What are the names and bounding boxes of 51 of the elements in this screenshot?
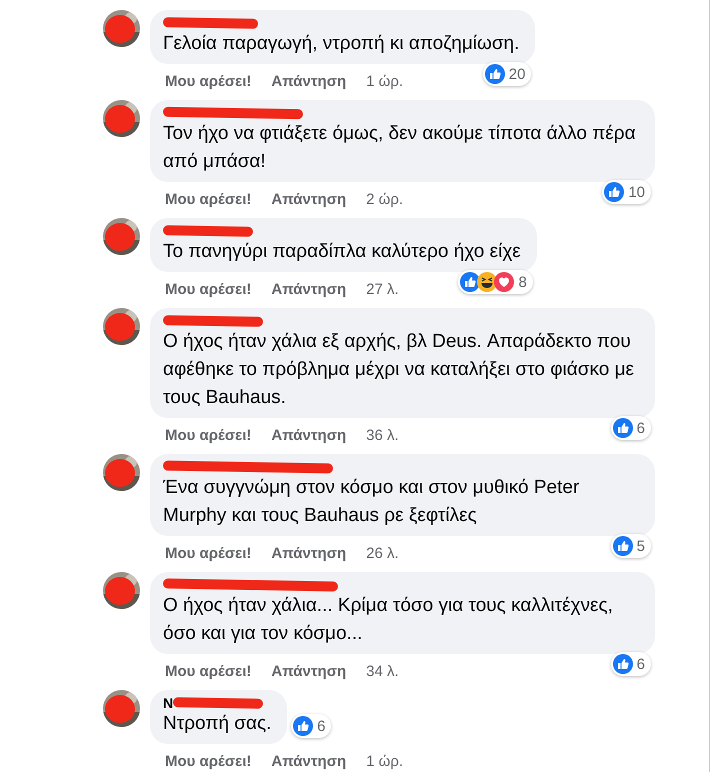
like-link[interactable]: Μου αρέσει!: [165, 72, 252, 90]
reaction-count: 6: [636, 656, 645, 672]
like-link[interactable]: Μου αρέσει!: [165, 190, 252, 208]
like-icon: [612, 536, 633, 556]
reaction-count: 5: [636, 538, 645, 554]
reaction-count: 6: [636, 420, 645, 436]
comment-text: Ο ήχος ήταν χάλια... Κρίμα τόσο για τους καλλιτέχνες, όσο και για τον κόσμο...: [163, 594, 614, 646]
reaction-count: 20: [508, 66, 526, 82]
comment-time[interactable]: 2 ώρ.: [366, 190, 404, 208]
reaction-badge[interactable]: 6: [291, 714, 332, 738]
reply-link[interactable]: Απάντηση: [271, 280, 346, 298]
reply-link[interactable]: Απάντηση: [271, 752, 346, 770]
reaction-badge[interactable]: 20: [482, 62, 532, 86]
reaction-badge[interactable]: 10: [602, 180, 651, 204]
reaction-badge[interactable]: 6: [610, 416, 651, 440]
reply-link[interactable]: Απάντηση: [271, 426, 346, 444]
comment-text: Ένα συγγνώμη στον κόσμο και στον μυθικό Peter Murphy και τους Bauhaus ρε ξεφτίλες: [163, 476, 580, 528]
reaction-count: 8: [518, 274, 527, 290]
like-icon: [484, 64, 505, 84]
comment-text: Ντροπή σας.: [163, 712, 272, 736]
like-link[interactable]: Μου αρέσει!: [165, 280, 252, 298]
comment-text: Τον ήχο να φτιάξετε όμως, δεν ακούμε τίποτα άλλο πέρα από μπάσα!: [163, 122, 637, 174]
commenter-name[interactable]: N: [163, 695, 174, 711]
like-link[interactable]: Μου αρέσει!: [165, 752, 252, 770]
comment-time[interactable]: 34 λ.: [366, 662, 399, 680]
reply-link[interactable]: Απάντηση: [271, 72, 346, 90]
comment-text: Το πανηγύρι παραδίπλα καλύτερο ήχο είχε: [163, 240, 521, 264]
reply-link[interactable]: Απάντηση: [271, 662, 346, 680]
like-icon: [460, 272, 480, 292]
like-icon: [612, 418, 633, 438]
comment-text: Ο ήχος ήταν χάλια εξ αρχής, βλ Deus. Απαράδεκτο που αφέθηκε το πρόβλημα μέχρι να καταλήξει στο φιάσκο με τους Bauhaus.: [163, 330, 636, 410]
like-link[interactable]: Μου αρέσει!: [165, 544, 252, 562]
like-link[interactable]: Μου αρέσει!: [165, 662, 252, 680]
reaction-count: 6: [317, 718, 326, 734]
reaction-badge[interactable]: 8: [458, 270, 533, 294]
comment-time[interactable]: 27 λ.: [366, 280, 399, 298]
reply-link[interactable]: Απάντηση: [271, 544, 346, 562]
reaction-count: 10: [628, 184, 645, 200]
comment-time[interactable]: 1 ώρ.: [366, 752, 404, 770]
reaction-badge[interactable]: 5: [610, 534, 651, 558]
comment-time[interactable]: 1 ώρ.: [366, 72, 404, 90]
comment-time[interactable]: 26 λ.: [366, 544, 399, 562]
like-link[interactable]: Μου αρέσει!: [165, 426, 252, 444]
like-icon: [604, 182, 624, 202]
comment-time[interactable]: 36 λ.: [366, 426, 399, 444]
laughing-face-icon: [477, 272, 498, 292]
comment-text: Γελοία παραγωγή, ντροπή κι αποζημίωση.: [163, 32, 520, 56]
reply-link[interactable]: Απάντηση: [271, 190, 346, 208]
reaction-badge[interactable]: 6: [610, 652, 651, 676]
like-icon: [612, 654, 633, 674]
like-icon: [293, 716, 314, 736]
